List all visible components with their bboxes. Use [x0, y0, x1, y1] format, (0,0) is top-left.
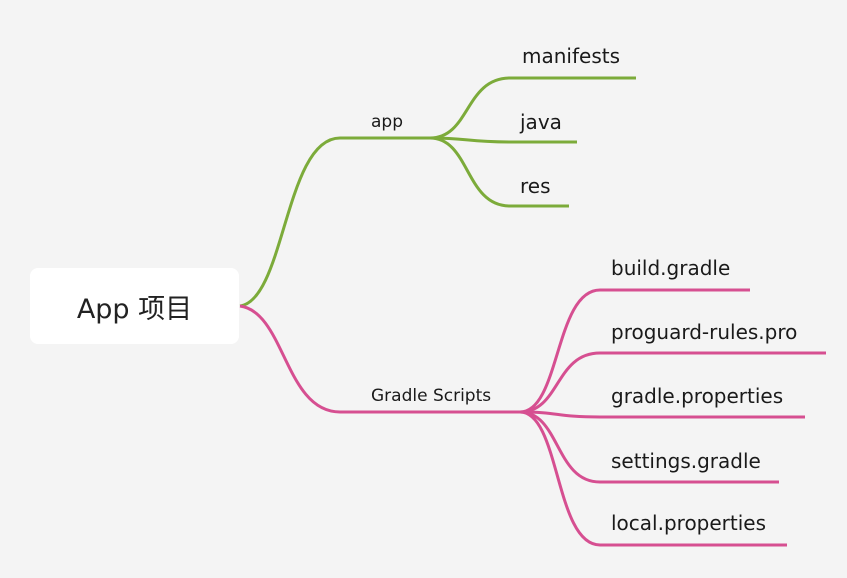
leaf-java[interactable]: java [520, 110, 562, 134]
branch-app-label[interactable]: app [371, 112, 403, 132]
leaf-res[interactable]: res [520, 174, 551, 198]
leaf-proguard-rules[interactable]: proguard-rules.pro [611, 320, 797, 344]
connector-gradle-leaf-2 [519, 410, 805, 419]
connector-root-to-app [239, 136, 430, 308]
connector-app-leaf-1 [429, 136, 577, 144]
leaf-settings-gradle[interactable]: settings.gradle [611, 449, 761, 473]
leaf-gradle-properties[interactable]: gradle.properties [611, 384, 783, 408]
root-label: App 项目 [76, 293, 193, 325]
branch-gradle-scripts-label[interactable]: Gradle Scripts [371, 386, 491, 406]
leaf-manifests[interactable]: manifests [522, 44, 620, 68]
root-node[interactable]: App 项目 [30, 268, 239, 344]
leaf-build-gradle[interactable]: build.gradle [611, 256, 730, 280]
leaf-local-properties[interactable]: local.properties [611, 511, 766, 535]
